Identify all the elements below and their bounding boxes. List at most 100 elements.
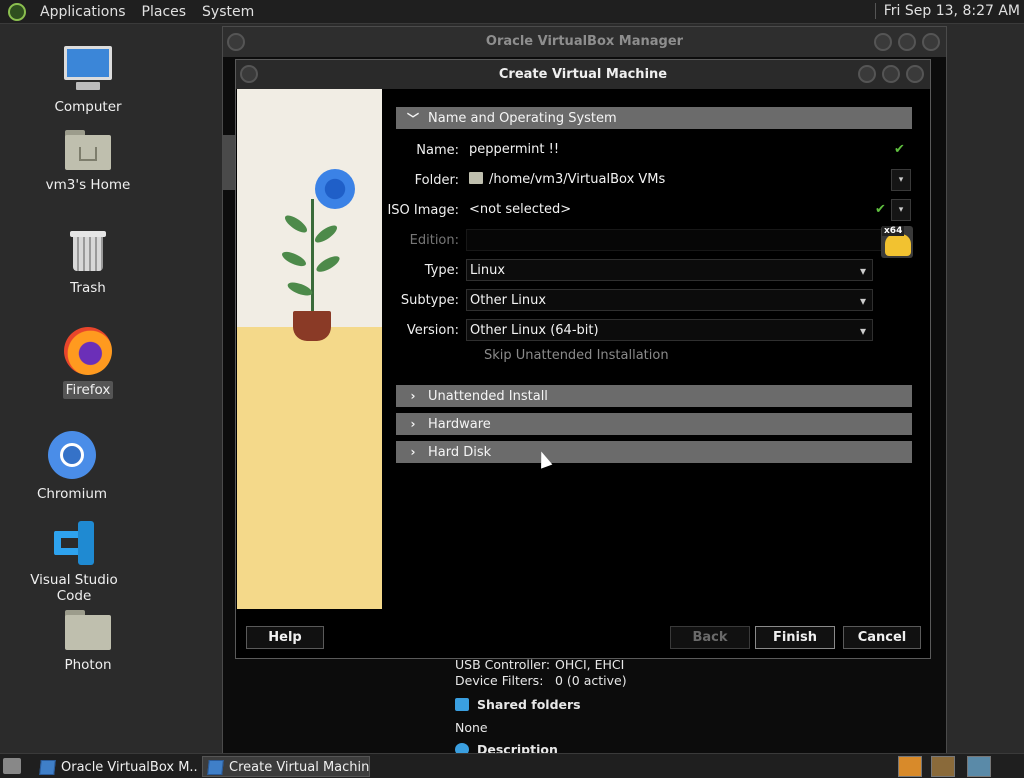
- valid-check-icon: ✔: [894, 142, 905, 157]
- section-label: Name and Operating System: [428, 110, 617, 126]
- illustration-pot: [293, 311, 331, 341]
- desktop-icon-home[interactable]: vm3's Home: [28, 130, 148, 194]
- menu-places[interactable]: Places: [134, 4, 195, 20]
- shared-folders-section[interactable]: Shared folders: [455, 697, 627, 712]
- illustration-leaf: [312, 222, 340, 246]
- section-name-and-os[interactable]: ﹀ Name and Operating System: [396, 107, 912, 129]
- detail-value: 0 (0 active): [555, 673, 627, 688]
- linux-tux-icon: [885, 234, 911, 256]
- edition-row: Edition:: [396, 225, 912, 255]
- illustration-table: [237, 327, 382, 609]
- home-folder-icon: [65, 130, 111, 170]
- maximize-icon[interactable]: [882, 65, 900, 83]
- desktop-icon-vscode[interactable]: Visual Studio Code: [14, 521, 134, 605]
- section-label: Unattended Install: [428, 388, 548, 404]
- name-label: Name:: [416, 143, 459, 158]
- virtualbox-icon: [207, 760, 224, 775]
- taskbar: Oracle VirtualBox M... Create Virtual Ma…: [0, 753, 1024, 778]
- detail-key: USB Controller:: [455, 657, 551, 672]
- help-button[interactable]: Help: [246, 626, 324, 649]
- section-label: Hard Disk: [428, 444, 492, 460]
- desktop-icon-label: Chromium: [36, 486, 108, 502]
- chevron-right-icon: ›: [410, 445, 416, 459]
- skip-unattended-checkbox[interactable]: Skip Unattended Installation: [484, 348, 669, 363]
- name-row: Name: peppermint !! ✔: [396, 135, 912, 165]
- window-menu-icon[interactable]: [227, 33, 245, 51]
- version-select[interactable]: Other Linux (64-bit): [466, 319, 873, 342]
- illustration-leaf: [286, 279, 314, 299]
- window-menu-icon[interactable]: [240, 65, 258, 83]
- subtype-label: Subtype:: [400, 293, 459, 308]
- taskbar-item-label: Create Virtual Machine: [229, 760, 370, 775]
- chevron-down-icon: ﹀: [406, 111, 419, 126]
- taskbar-item-virtualbox-manager[interactable]: Oracle VirtualBox M...: [34, 756, 198, 777]
- menu-applications[interactable]: Applications: [32, 4, 134, 20]
- minimize-icon[interactable]: [858, 65, 876, 83]
- iso-dropdown-button[interactable]: ▾: [891, 199, 911, 221]
- trash-icon: [70, 229, 106, 273]
- desktop-icon-photon[interactable]: Photon: [28, 610, 148, 674]
- desktop-icon-firefox[interactable]: Firefox: [28, 327, 148, 399]
- folder-icon: [65, 610, 111, 650]
- desktop-icon-label: Firefox: [62, 381, 114, 399]
- name-field[interactable]: peppermint !!: [466, 139, 906, 161]
- section-title: Shared folders: [477, 697, 581, 712]
- manager-title: Oracle VirtualBox Manager: [485, 34, 684, 49]
- section-hardware[interactable]: › Hardware: [396, 413, 912, 435]
- menu-system[interactable]: System: [194, 4, 262, 20]
- illustration-leaf: [314, 253, 342, 275]
- folder-path: /home/vm3/VirtualBox VMs: [489, 172, 666, 187]
- section-hard-disk[interactable]: › Hard Disk: [396, 441, 912, 463]
- cancel-button[interactable]: Cancel: [843, 626, 921, 649]
- dialog-titlebar[interactable]: Create Virtual Machine: [236, 60, 930, 89]
- workspace-1[interactable]: [898, 756, 922, 777]
- edition-select[interactable]: [466, 229, 912, 252]
- computer-icon: [64, 46, 112, 92]
- detail-key: Device Filters:: [455, 673, 544, 688]
- finish-button[interactable]: Finish: [755, 626, 835, 649]
- vm-details-panel: USB Controller: OHCI, EHCI Device Filters…: [455, 657, 627, 757]
- desktop-icon-label: Photon: [64, 657, 112, 673]
- minimize-icon[interactable]: [874, 33, 892, 51]
- type-select[interactable]: Linux: [466, 259, 873, 282]
- section-label: Hardware: [428, 416, 491, 432]
- back-button[interactable]: Back: [670, 626, 750, 649]
- workspace-2[interactable]: [931, 756, 955, 777]
- maximize-icon[interactable]: [898, 33, 916, 51]
- taskbar-item-create-vm[interactable]: Create Virtual Machine: [202, 756, 370, 777]
- iso-label: ISO Image:: [387, 203, 459, 218]
- os-type-icon: x64: [881, 226, 913, 258]
- desktop-icon-label: Trash: [70, 280, 106, 296]
- version-row: Version: Other Linux (64-bit): [396, 315, 912, 345]
- folder-dropdown-button[interactable]: ▾: [891, 169, 911, 191]
- desktop-icon-chromium[interactable]: Chromium: [12, 431, 132, 503]
- wizard-illustration: [237, 89, 382, 609]
- scroll-strip: [223, 135, 235, 190]
- desktop-icon-computer[interactable]: Computer: [28, 46, 148, 116]
- shared-folders-icon: [455, 698, 469, 711]
- folder-field[interactable]: /home/vm3/VirtualBox VMs: [466, 169, 890, 191]
- manager-titlebar[interactable]: Oracle VirtualBox Manager: [223, 27, 946, 57]
- folder-icon: [469, 172, 483, 184]
- type-row: Type: Linux: [396, 255, 912, 285]
- os-arch-badge: x64: [882, 226, 905, 236]
- create-vm-dialog[interactable]: Create Virtual Machine ﹀ Name and Operat…: [235, 59, 931, 659]
- show-desktop-icon[interactable]: [3, 758, 21, 774]
- desktop-icon-label: Visual Studio Code: [30, 572, 118, 604]
- illustration-leaf: [282, 212, 310, 236]
- desktop-icon-trash[interactable]: Trash: [28, 229, 148, 297]
- detail-value: None: [455, 720, 488, 735]
- close-icon[interactable]: [922, 33, 940, 51]
- edition-label: Edition:: [409, 233, 459, 248]
- close-icon[interactable]: [906, 65, 924, 83]
- menu-logo-icon[interactable]: [8, 2, 26, 21]
- folder-row: Folder: /home/vm3/VirtualBox VMs ▾: [396, 165, 912, 195]
- desktop-icon-label: Computer: [54, 99, 122, 115]
- section-unattended-install[interactable]: › Unattended Install: [396, 385, 912, 407]
- subtype-select[interactable]: Other Linux: [466, 289, 873, 312]
- iso-field[interactable]: <not selected>: [466, 199, 866, 221]
- clock[interactable]: Fri Sep 13, 8:27 AM: [874, 3, 1020, 19]
- iso-row: ISO Image: <not selected> ✔ ▾: [387, 195, 912, 225]
- workspace-3[interactable]: [967, 756, 991, 777]
- wizard-panel: ﹀ Name and Operating System Name: pepper…: [387, 107, 913, 469]
